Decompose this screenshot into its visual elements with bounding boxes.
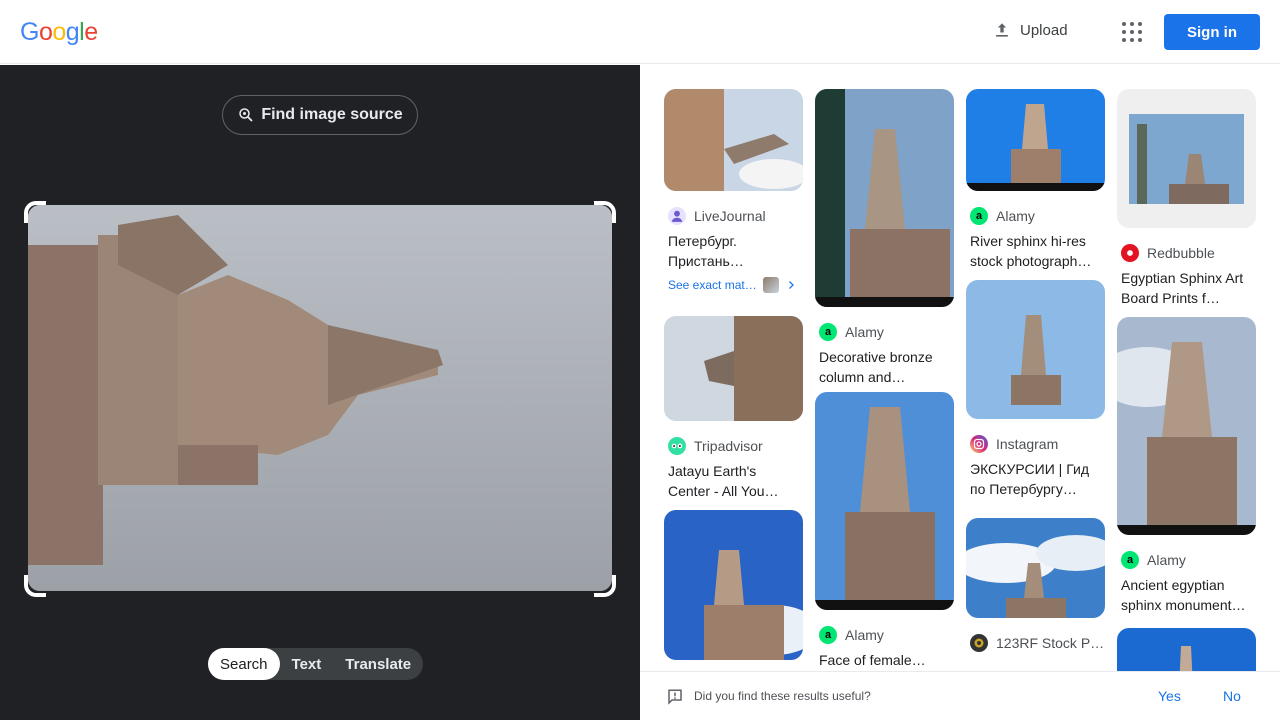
crop-handle-bottom-left[interactable]	[24, 575, 46, 597]
alamy-icon: a	[1121, 551, 1139, 569]
result-source: Redbubble	[1147, 245, 1215, 261]
result-title[interactable]: ЭКСКУРСИИ | Гид по Петербургу…	[966, 453, 1105, 499]
logo-letter: o	[52, 18, 66, 46]
results-column-4: Redbubble Egyptian Sphinx Art Board Prin…	[1117, 89, 1256, 671]
sign-in-button[interactable]: Sign in	[1164, 14, 1260, 50]
logo-letter: e	[84, 18, 98, 46]
result-thumbnail[interactable]	[966, 518, 1105, 618]
find-image-source-button[interactable]: Find image source	[222, 95, 418, 135]
exact-match-thumbnail	[762, 277, 779, 293]
owl-icon	[668, 437, 686, 455]
result-source: Alamy	[845, 324, 884, 340]
crop-area[interactable]	[24, 201, 616, 597]
feedback-question: Did you find these results useful?	[694, 689, 871, 703]
upload-icon	[996, 23, 1008, 37]
result-card[interactable]: a Alamy Decorative bronze column and…	[815, 89, 954, 387]
find-image-source-label: Find image source	[261, 106, 403, 123]
result-title[interactable]: Ancient egyptian sphinx monument…	[1117, 569, 1256, 615]
lens-search-icon	[239, 108, 253, 122]
result-card[interactable]: a Alamy Face of female…	[815, 392, 954, 671]
result-title[interactable]: Face of female…	[815, 644, 954, 671]
result-title[interactable]: River sphinx hi-res stock photograph…	[966, 225, 1105, 271]
result-thumbnail[interactable]	[664, 89, 803, 191]
logo-letter: G	[20, 18, 39, 46]
mode-translate-tab[interactable]: Translate	[333, 648, 423, 680]
result-title[interactable]: Jatayu Earth's Center - All You…	[664, 455, 803, 501]
logo-letter: g	[65, 18, 80, 46]
result-source: Tripadvisor	[694, 438, 763, 454]
result-thumbnail[interactable]	[1117, 89, 1256, 228]
redbubble-icon	[1121, 244, 1139, 262]
result-card[interactable]: LiveJournal Петербург. Пристань… See exa…	[664, 89, 803, 293]
result-source: Alamy	[1147, 552, 1186, 568]
crop-handle-bottom-right[interactable]	[594, 575, 616, 597]
see-exact-matches-link[interactable]: See exact mat…	[664, 277, 803, 293]
query-image-panel: Find image source Search Text Translate	[0, 65, 640, 720]
result-title[interactable]: Decorative bronze column and…	[815, 341, 954, 387]
results-column-1: LiveJournal Петербург. Пристань… See exa…	[664, 89, 803, 660]
123rf-icon	[970, 634, 988, 652]
result-thumbnail[interactable]	[815, 392, 954, 610]
crop-handle-top-right[interactable]	[594, 201, 616, 223]
result-card[interactable]: Redbubble Egyptian Sphinx Art Board Prin…	[1117, 89, 1256, 308]
result-source: Alamy	[845, 627, 884, 643]
result-thumbnail[interactable]	[1117, 628, 1256, 671]
result-card[interactable]	[664, 510, 803, 660]
result-thumbnail[interactable]	[966, 89, 1105, 191]
result-card[interactable]	[1117, 628, 1256, 671]
result-thumbnail[interactable]	[815, 89, 954, 307]
feedback-yes-button[interactable]: Yes	[1158, 688, 1181, 704]
mode-switcher: Search Text Translate	[208, 648, 424, 680]
see-exact-matches-label: See exact mat…	[668, 278, 757, 292]
result-source: LiveJournal	[694, 208, 766, 224]
result-card[interactable]: Tripadvisor Jatayu Earth's Center - All …	[664, 316, 803, 501]
apps-grid-icon[interactable]	[1120, 20, 1144, 44]
result-card[interactable]: a Alamy River sphinx hi-res stock photog…	[966, 89, 1105, 271]
alamy-icon: a	[970, 207, 988, 225]
mode-search-tab[interactable]: Search	[208, 648, 280, 680]
result-title[interactable]: Egyptian Sphinx Art Board Prints f…	[1117, 262, 1256, 308]
chevron-right-icon	[788, 281, 794, 289]
result-card[interactable]: a Alamy Ancient egyptian sphinx monument…	[1117, 317, 1256, 615]
result-card[interactable]: Instagram ЭКСКУРСИИ | Гид по Петербургу…	[966, 280, 1105, 499]
user-icon	[668, 207, 686, 225]
query-image	[28, 205, 612, 591]
upload-button[interactable]: Upload	[992, 20, 1068, 40]
result-source: Alamy	[996, 208, 1035, 224]
alamy-icon: a	[819, 626, 837, 644]
results-column-2: a Alamy Decorative bronze column and… a …	[815, 89, 954, 671]
result-thumbnail[interactable]	[966, 280, 1105, 419]
feedback-icon	[668, 689, 682, 705]
feedback-bar: Did you find these results useful? Yes N…	[640, 671, 1280, 720]
result-source: Instagram	[996, 436, 1059, 452]
upload-label: Upload	[1020, 21, 1068, 39]
results-column-3: a Alamy River sphinx hi-res stock photog…	[966, 89, 1105, 652]
visual-matches-grid: LiveJournal Петербург. Пристань… See exa…	[640, 65, 1280, 671]
result-thumbnail[interactable]	[664, 510, 803, 660]
result-thumbnail[interactable]	[1117, 317, 1256, 535]
result-source: 123RF Stock P…	[996, 635, 1105, 651]
result-title[interactable]: Петербург. Пристань…	[664, 225, 803, 271]
feedback-no-button[interactable]: No	[1223, 688, 1241, 704]
header: Google Upload Sign in	[0, 0, 1280, 64]
result-card[interactable]: 123RF Stock P…	[966, 518, 1105, 652]
alamy-icon: a	[819, 323, 837, 341]
crop-handle-top-left[interactable]	[24, 201, 46, 223]
logo-letter: o	[38, 18, 53, 46]
result-thumbnail[interactable]	[664, 316, 803, 421]
instagram-icon	[970, 435, 988, 453]
google-logo[interactable]: Google	[20, 18, 98, 47]
mode-text-tab[interactable]: Text	[280, 648, 334, 680]
